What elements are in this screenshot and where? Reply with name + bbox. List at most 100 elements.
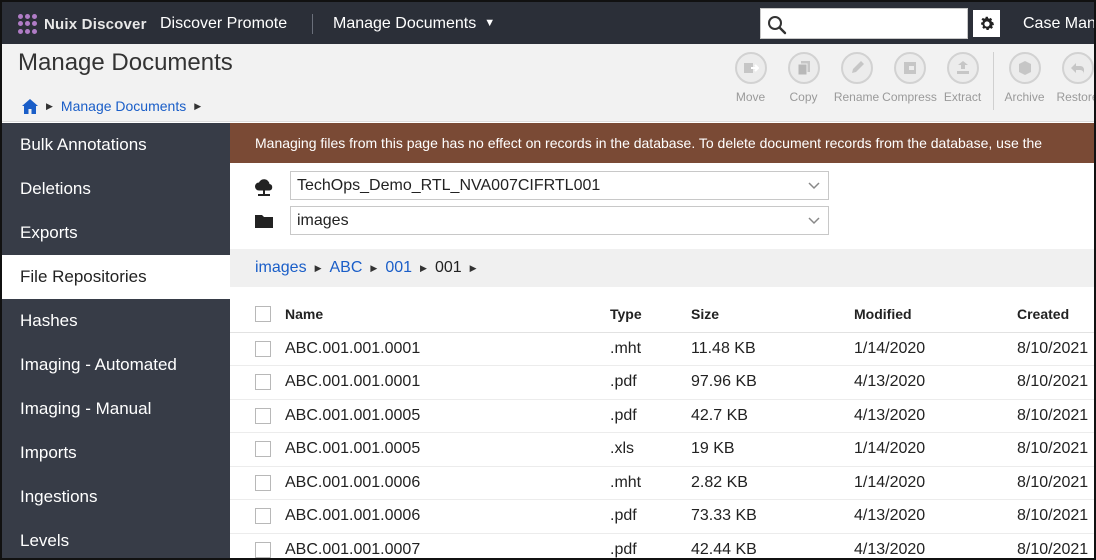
move-button[interactable]: Move	[724, 52, 777, 110]
folder-icon	[255, 214, 273, 228]
cell-created: 8/10/2021	[1017, 466, 1094, 500]
cell-created: 8/10/2021	[1017, 332, 1094, 366]
cell-size: 2.82 KB	[691, 466, 854, 500]
repository-select[interactable]: TechOps_Demo_RTL_NVA007CIFRTL001	[290, 171, 829, 200]
path-expand-icon[interactable]: ▶	[470, 263, 477, 274]
row-checkbox[interactable]	[255, 474, 271, 491]
cell-type: .pdf	[610, 533, 691, 558]
path-separator-icon: ▶	[370, 262, 378, 273]
cell-created: 8/10/2021	[1017, 365, 1094, 400]
home-icon[interactable]	[22, 98, 38, 114]
select-all-cell	[230, 296, 285, 333]
settings-button[interactable]	[973, 10, 1000, 37]
nav-case-link[interactable]: Case Mana	[1023, 15, 1094, 33]
column-header-created[interactable]: Created	[1017, 296, 1094, 333]
column-header-modified[interactable]: Modified	[854, 296, 1017, 333]
cell-size: 73.33 KB	[691, 499, 854, 534]
sidebar-item-imaging-automated[interactable]: Imaging - Automated	[2, 343, 230, 387]
restore-button[interactable]: Restore	[1051, 52, 1096, 110]
cell-name: ABC.001.001.0001	[285, 365, 610, 400]
cell-created: 8/10/2021	[1017, 432, 1094, 467]
nav-divider	[312, 14, 313, 34]
sidebar-item-imports[interactable]: Imports	[2, 431, 230, 475]
cell-type: .mht	[610, 466, 691, 500]
table-header-row: Name Type Size Modified Created	[230, 296, 1094, 333]
breadcrumb-manage-documents[interactable]: Manage Documents	[61, 98, 186, 114]
row-checkbox[interactable]	[255, 508, 271, 525]
cell-size: 11.48 KB	[691, 332, 854, 366]
restore-label: Restore	[1056, 90, 1096, 104]
row-checkbox[interactable]	[255, 407, 271, 424]
row-checkbox[interactable]	[255, 374, 271, 391]
cell-name: ABC.001.001.0006	[285, 466, 610, 500]
gear-icon	[980, 16, 994, 30]
nuix-logo[interactable]: Nuix Discover	[18, 12, 147, 36]
sidebar-item-imaging-manual[interactable]: Imaging - Manual	[2, 387, 230, 431]
cell-type: .mht	[610, 332, 691, 366]
extract-button[interactable]: Extract	[936, 52, 989, 110]
table-row[interactable]: ABC.001.001.0001 .mht 11.48 KB 1/14/2020…	[230, 332, 1094, 366]
table-row[interactable]: ABC.001.001.0005 .xls 19 KB 1/14/2020 8/…	[230, 432, 1094, 467]
nav-manage-documents-dropdown[interactable]: Manage Documents ▼	[333, 15, 495, 33]
sidebar-item-levels[interactable]: Levels	[2, 519, 230, 558]
sidebar-item-file-repositories[interactable]: File Repositories	[2, 255, 230, 299]
extract-icon	[946, 52, 979, 84]
compress-icon	[893, 52, 926, 84]
extract-label: Extract	[943, 90, 982, 104]
sidebar-item-bulk-annotations[interactable]: Bulk Annotations	[2, 123, 230, 167]
folder-select[interactable]: images	[290, 206, 829, 235]
table-row[interactable]: ABC.001.001.0006 .mht 2.82 KB 1/14/2020 …	[230, 466, 1094, 500]
row-checkbox-cell	[230, 332, 285, 366]
move-icon	[734, 52, 767, 84]
copy-button[interactable]: Copy	[777, 52, 830, 110]
table-row[interactable]: ABC.001.001.0005 .pdf 42.7 KB 4/13/2020 …	[230, 399, 1094, 433]
sidebar-item-label: Exports	[20, 223, 78, 242]
sidebar-item-label: Ingestions	[20, 487, 98, 506]
sidebar-item-label: File Repositories	[20, 267, 147, 286]
caret-down-icon: ▼	[484, 17, 496, 29]
column-header-name[interactable]: Name	[285, 296, 610, 333]
rename-button[interactable]: Rename	[830, 52, 883, 110]
info-banner: Managing files from this page has no eff…	[230, 123, 1094, 163]
sidebar-item-label: Deletions	[20, 179, 91, 198]
column-header-type[interactable]: Type	[610, 296, 691, 333]
cell-modified: 1/14/2020	[854, 466, 1017, 500]
row-checkbox[interactable]	[255, 340, 271, 357]
table-row[interactable]: ABC.001.001.0001 .pdf 97.96 KB 4/13/2020…	[230, 365, 1094, 400]
folder-row: images	[254, 206, 829, 235]
cell-type: .xls	[610, 432, 691, 467]
sidebar-item-ingestions[interactable]: Ingestions	[2, 475, 230, 519]
column-header-size[interactable]: Size	[691, 296, 854, 333]
row-checkbox-cell	[230, 365, 285, 400]
row-checkbox[interactable]	[255, 541, 271, 558]
path-link-001[interactable]: 001	[385, 259, 412, 277]
search-icon	[768, 16, 787, 35]
row-checkbox-cell	[230, 533, 285, 558]
cell-type: .pdf	[610, 499, 691, 534]
search-input[interactable]	[760, 8, 968, 39]
nav-discover-promote[interactable]: Discover Promote	[160, 15, 287, 33]
cell-created: 8/10/2021	[1017, 399, 1094, 433]
cell-size: 42.44 KB	[691, 533, 854, 558]
select-all-checkbox[interactable]	[255, 306, 271, 323]
path-link-abc[interactable]: ABC	[330, 259, 363, 277]
path-link-images[interactable]: images	[255, 259, 307, 277]
sidebar-item-deletions[interactable]: Deletions	[2, 167, 230, 211]
breadcrumb-separator-icon: ▶	[194, 100, 202, 111]
file-table: Name Type Size Modified Created ABC.001.…	[230, 296, 1094, 558]
table-row[interactable]: ABC.001.001.0006 .pdf 73.33 KB 4/13/2020…	[230, 499, 1094, 534]
row-checkbox[interactable]	[255, 441, 271, 458]
sidebar-item-label: Levels	[20, 531, 70, 550]
sidebar-item-exports[interactable]: Exports	[2, 211, 230, 255]
archive-button[interactable]: Archive	[998, 52, 1051, 110]
breadcrumb: ▶ Manage Documents ▶	[22, 98, 201, 114]
compress-label: Compress	[882, 90, 937, 104]
app-window: Nuix Discover Discover Promote Manage Do…	[0, 0, 1096, 560]
sidebar-item-hashes[interactable]: Hashes	[2, 299, 230, 343]
restore-icon	[1061, 52, 1094, 84]
table-row[interactable]: ABC.001.001.0007 .pdf 42.44 KB 4/13/2020…	[230, 533, 1094, 558]
cloud-upload-icon	[255, 178, 273, 196]
compress-button[interactable]: Compress	[882, 52, 937, 110]
cell-type: .pdf	[610, 365, 691, 400]
row-checkbox-cell	[230, 466, 285, 500]
